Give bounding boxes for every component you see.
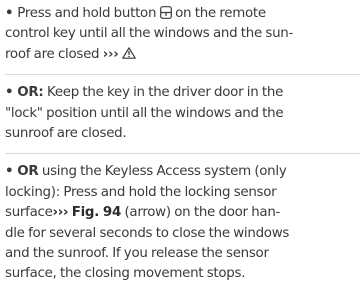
warning-triangle-icon[interactable] (122, 47, 136, 59)
divider (5, 74, 360, 76)
line: surface, the closing movement stops. (5, 266, 246, 282)
text: Press and hold button (17, 6, 157, 21)
line: control key until all the windows and th… (5, 26, 294, 42)
line: dle for several seconds to close the win… (5, 225, 290, 241)
bullet: • (5, 6, 14, 21)
instruction-key-in-door: • OR: Keep the key in the driver door in … (5, 83, 360, 144)
instruction-press-remote: • Press and hold button on the remote con… (5, 4, 360, 65)
or-label: OR: (17, 85, 44, 101)
figure-reference-link[interactable]: Fig. 94 (72, 205, 122, 220)
text: (arrow) on the door han- (124, 205, 281, 221)
line: locking): Press and hold the locking sen… (5, 184, 277, 200)
instruction-keyless-access: • OR using the Keyless Access system (onl… (5, 162, 360, 284)
bullet: • (5, 85, 14, 101)
line: • OR using the Keyless Access system (onl… (5, 162, 360, 182)
document-page: • Press and hold button on the remote con… (0, 0, 363, 285)
line: roof are closed ››› (5, 45, 360, 65)
line: sunroof are closed. (5, 126, 127, 142)
or-label: OR (17, 164, 39, 180)
line: • Press and hold button on the remote (5, 4, 360, 24)
line: "lock" position until all the windows an… (5, 105, 284, 121)
divider (5, 153, 360, 155)
line: surface››› Fig. 94 (arrow) on the door h… (5, 203, 360, 223)
text: Keep the key in the driver door in the (46, 85, 284, 101)
text: on the remote (175, 6, 266, 21)
text: using the Keyless Access system (only (41, 164, 287, 180)
line: • OR: Keep the key in the driver door in … (5, 83, 360, 103)
cross-reference-arrows[interactable]: ››› (53, 205, 69, 220)
text: surface (5, 205, 53, 221)
cross-reference-arrows[interactable]: ››› (103, 47, 119, 62)
line: and the sunroof. If you release the sens… (5, 246, 269, 262)
text: roof are closed (5, 46, 100, 62)
remote-lock-button-icon (159, 6, 172, 19)
bullet: • (5, 164, 14, 180)
